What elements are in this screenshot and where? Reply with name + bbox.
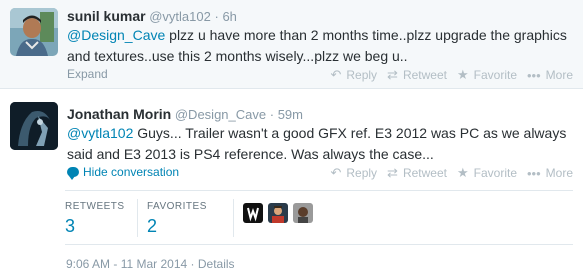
retweet-label: Retweet xyxy=(402,68,447,82)
tweet-footer: 9:06 AM - 11 Mar 2014 · Details xyxy=(66,257,235,271)
favoriter-avatar[interactable] xyxy=(293,203,313,223)
author-name[interactable]: sunil kumar xyxy=(67,8,146,24)
tweet-actions: ↶ Reply ⇄ Retweet ★ Favorite ••• More xyxy=(330,165,573,181)
favoriter-avatar[interactable] xyxy=(268,203,288,223)
author-handle[interactable]: @Design_Cave xyxy=(175,107,266,122)
retweets-stat[interactable]: RETWEETS 3 xyxy=(65,201,125,237)
avatar[interactable] xyxy=(10,8,58,56)
mention-link[interactable]: @vytla102 xyxy=(67,125,133,141)
tweet-time[interactable]: 6h xyxy=(222,9,236,24)
details-link[interactable]: Details xyxy=(198,257,235,271)
favorites-stat[interactable]: FAVORITES 2 xyxy=(147,201,207,237)
tweet-text-line2: said and E3 2013 is PS4 reference. Was a… xyxy=(67,146,434,162)
tweet-text: @vytla102 Guys... Trailer wasn't a good … xyxy=(67,123,567,165)
retweet-label: Retweet xyxy=(402,166,447,180)
tweet-sunil-kumar[interactable]: sunil kumar @vytla102 · 6h @Design_Cave … xyxy=(0,0,583,89)
retweet-icon: ⇄ xyxy=(387,165,398,180)
favorite-label: Favorite xyxy=(473,68,517,82)
favorites-count: 2 xyxy=(147,216,158,236)
more-icon: ••• xyxy=(527,67,541,83)
stat-divider xyxy=(137,199,138,237)
tweet-text-line2: and textures..use this 2 months wisely..… xyxy=(67,48,408,64)
retweet-button[interactable]: ⇄ Retweet xyxy=(387,165,447,181)
retweet-icon: ⇄ xyxy=(387,67,398,82)
more-icon: ••• xyxy=(527,165,541,181)
hide-conversation-label: Hide conversation xyxy=(83,165,180,179)
favorite-label: Favorite xyxy=(473,166,517,180)
tweet-stats: RETWEETS 3 FAVORITES 2 xyxy=(65,190,573,245)
retweet-button[interactable]: ⇄ Retweet xyxy=(387,67,447,83)
favorites-label: FAVORITES xyxy=(147,201,207,212)
hide-conversation-link[interactable]: Hide conversation xyxy=(67,165,180,180)
favorite-button[interactable]: ★ Favorite xyxy=(457,165,517,181)
reply-label: Reply xyxy=(346,68,378,82)
author-name[interactable]: Jonathan Morin xyxy=(67,106,171,122)
reply-button[interactable]: ↶ Reply xyxy=(330,67,377,83)
favorite-button[interactable]: ★ Favorite xyxy=(457,67,517,83)
reply-button[interactable]: ↶ Reply xyxy=(330,165,377,181)
expand-link[interactable]: Expand xyxy=(67,67,108,81)
retweets-count: 3 xyxy=(65,216,76,236)
tweet-actions: ↶ Reply ⇄ Retweet ★ Favorite ••• More xyxy=(330,67,573,83)
favoriter-avatars xyxy=(243,203,313,223)
more-button[interactable]: ••• More xyxy=(527,67,573,83)
tweet-header: sunil kumar @vytla102 · 6h xyxy=(67,8,237,24)
star-icon: ★ xyxy=(456,165,469,180)
more-label: More xyxy=(545,166,573,180)
dot-separator: · xyxy=(214,9,219,24)
dot-separator: · xyxy=(269,107,275,122)
star-icon: ★ xyxy=(456,67,469,82)
tweet-time[interactable]: 59m xyxy=(278,107,303,122)
stat-divider xyxy=(233,199,234,237)
favoriter-avatar[interactable] xyxy=(243,203,263,223)
more-button[interactable]: ••• More xyxy=(527,165,573,181)
tweet-timestamp[interactable]: 9:06 AM - 11 Mar 2014 xyxy=(66,257,187,271)
more-label: More xyxy=(545,68,573,82)
author-handle[interactable]: @vytla102 xyxy=(149,9,211,24)
retweets-label: RETWEETS xyxy=(65,201,125,212)
tweet-header: Jonathan Morin @Design_Cave · 59m xyxy=(67,106,303,122)
avatar[interactable] xyxy=(10,102,58,150)
footer-separator: · xyxy=(190,257,195,271)
mention-link[interactable]: @Design_Cave xyxy=(67,27,165,43)
tweet-text-line1: plzz u have more than 2 months time..plz… xyxy=(165,27,567,43)
tweet-jonathan-morin[interactable]: Jonathan Morin @Design_Cave · 59m @vytla… xyxy=(0,90,583,277)
tweet-text-line1: Guys... Trailer wasn't a good GFX ref. E… xyxy=(133,125,567,141)
reply-icon: ↶ xyxy=(330,165,342,180)
reply-label: Reply xyxy=(346,166,378,180)
tweet-text: @Design_Cave plzz u have more than 2 mon… xyxy=(67,25,567,67)
reply-icon: ↶ xyxy=(330,67,342,82)
conversation-icon xyxy=(67,167,79,180)
